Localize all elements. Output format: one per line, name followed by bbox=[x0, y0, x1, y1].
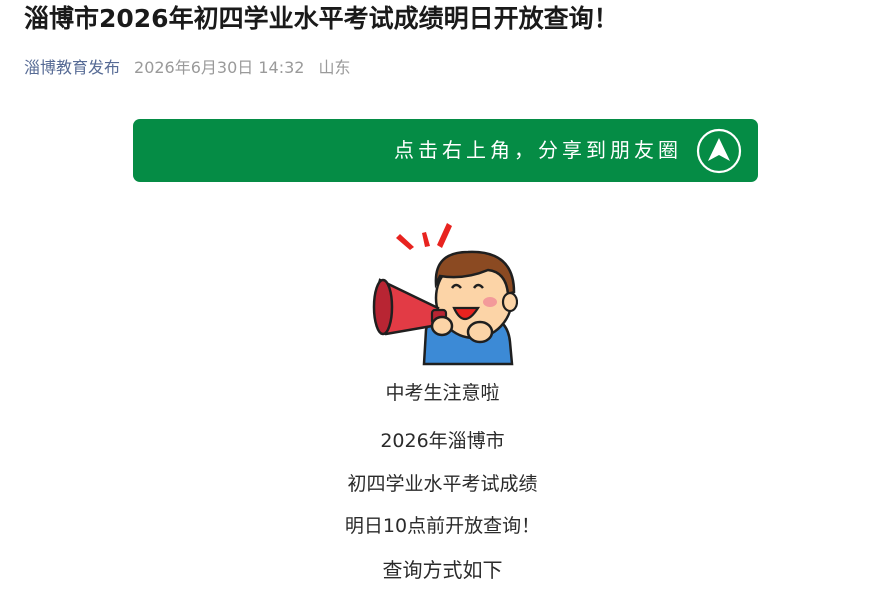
body-line-4: 明日10点前开放查询！ bbox=[344, 515, 541, 537]
body-line-3: 初四学业水平考试成绩 bbox=[347, 473, 538, 495]
publish-location: 山东 bbox=[318, 58, 351, 77]
article-meta: 淄博教育发布 2026年6月30日 14:32 山东 bbox=[24, 53, 351, 79]
share-banner[interactable]: 点击右上角，分享到朋友圈 bbox=[133, 119, 758, 182]
navigation-arrow-icon bbox=[696, 128, 742, 174]
share-banner-text: 点击右上角，分享到朋友圈 bbox=[394, 138, 682, 162]
body-line-1: 中考生注意啦 bbox=[385, 382, 500, 404]
megaphone-boy-icon bbox=[372, 223, 518, 366]
article-title: 淄博市2026年初四学业水平考试成绩明日开放查询！ bbox=[24, 4, 619, 33]
publish-date: 2026年6月30日 14:32 bbox=[134, 58, 305, 77]
body-line-2: 2026年淄博市 bbox=[380, 430, 505, 452]
body-line-5: 查询方式如下 bbox=[382, 558, 503, 582]
account-name-link[interactable]: 淄博教育发布 bbox=[24, 54, 120, 78]
